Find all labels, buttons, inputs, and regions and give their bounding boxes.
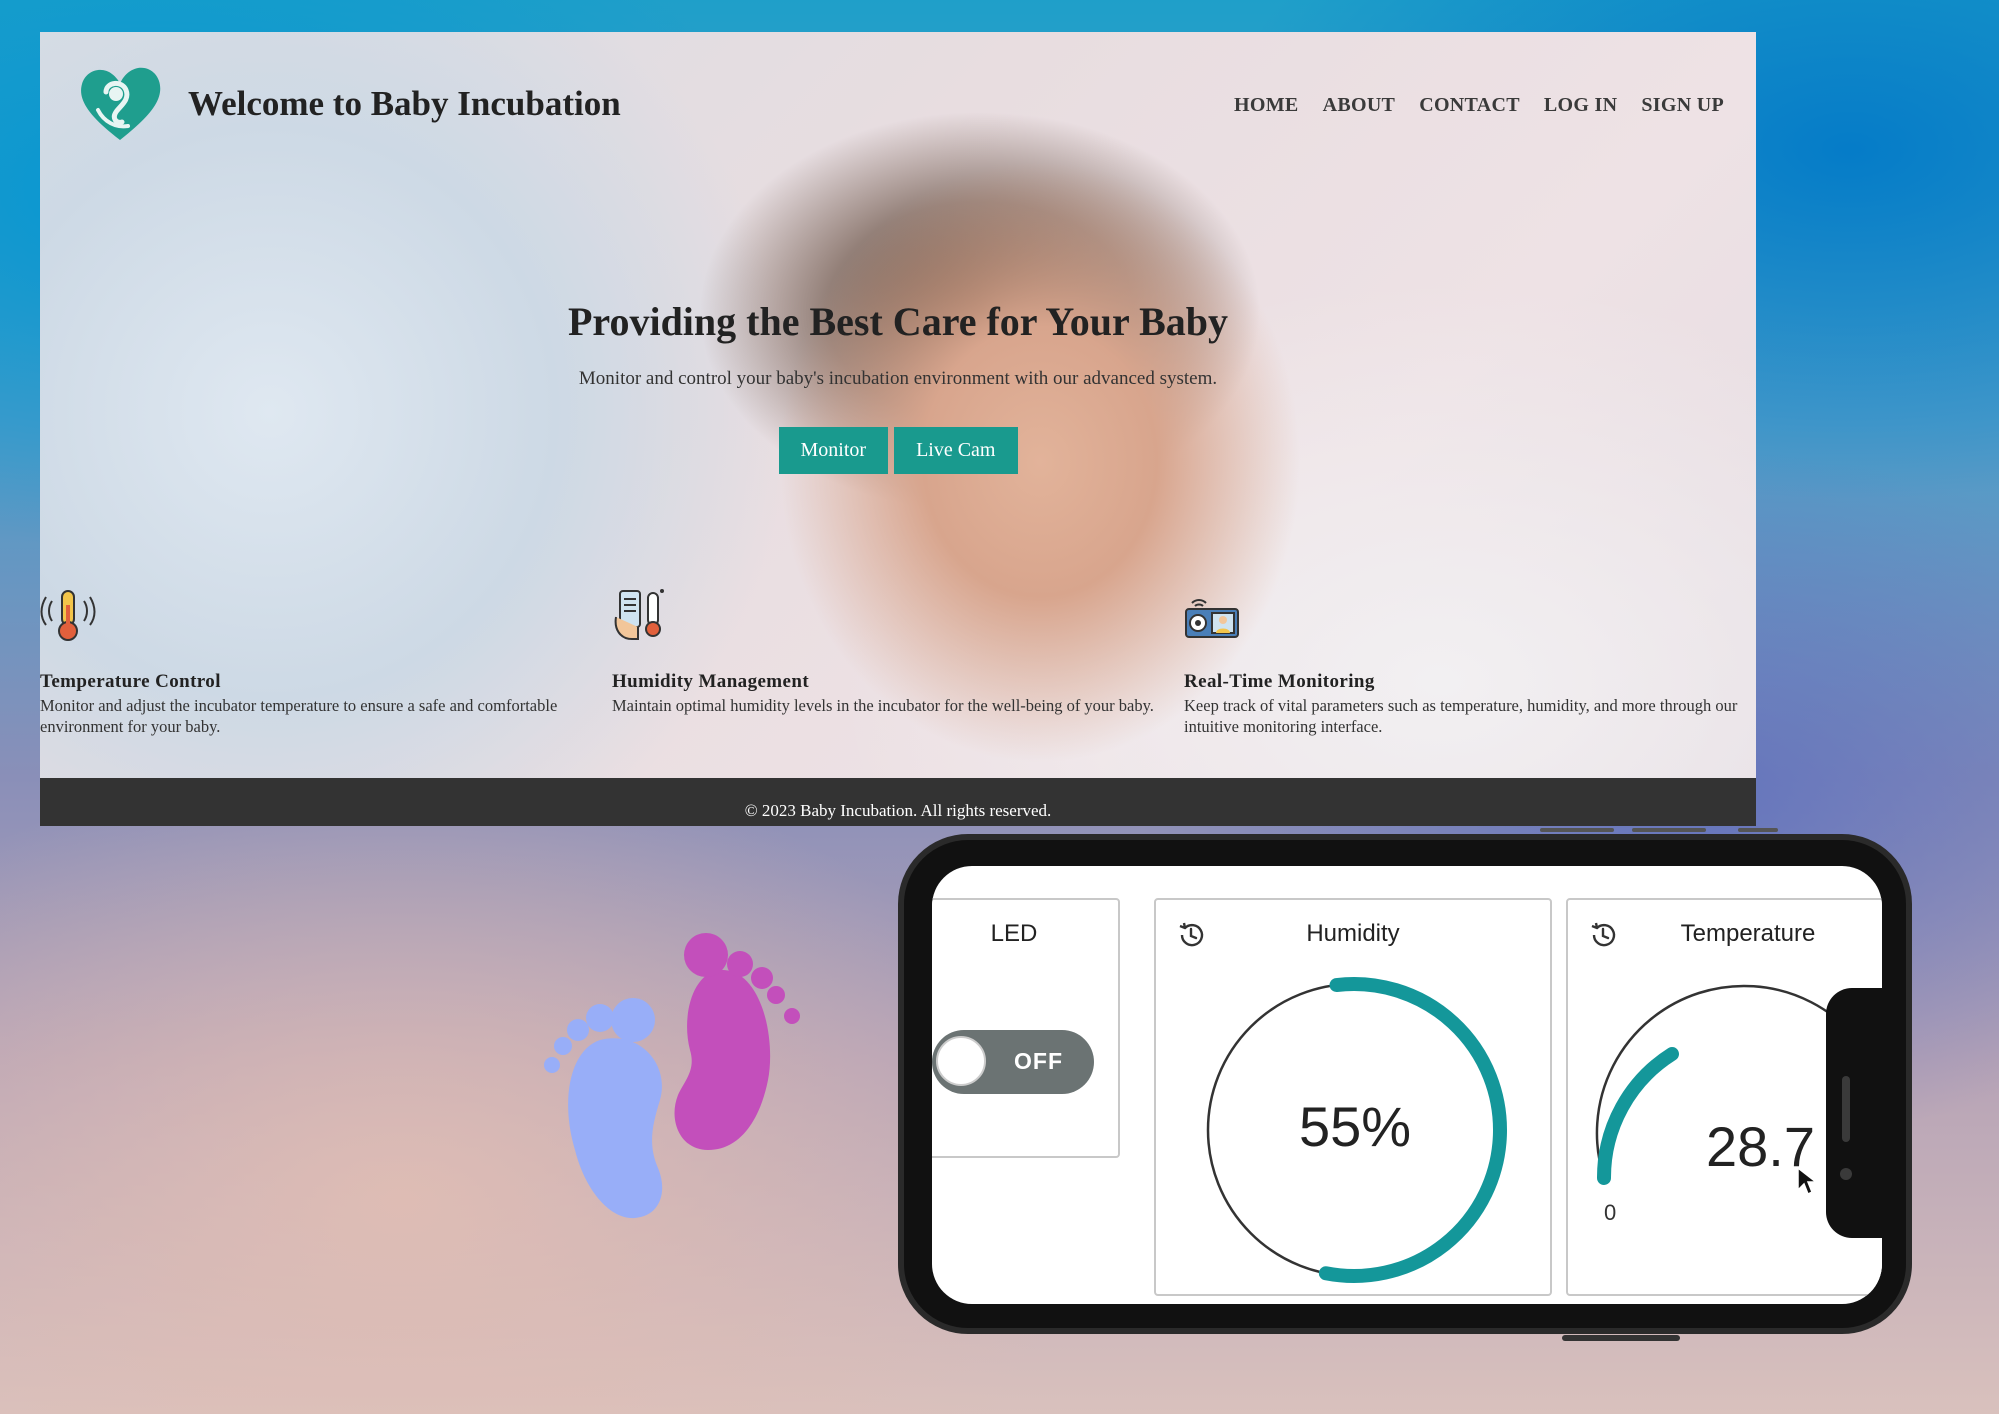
humidity-value: 55% [1298, 1095, 1412, 1158]
camera-dot [1840, 1168, 1852, 1180]
phone-frame: LED OFF Humidity 55% Temperature 28.7 0 [898, 834, 1912, 1334]
monitor-button[interactable]: Monitor [778, 427, 889, 474]
baby-feet-icon [544, 933, 800, 1219]
nav-login[interactable]: LOG IN [1544, 94, 1617, 117]
nav-signup[interactable]: SIGN UP [1641, 94, 1724, 117]
live-cam-button[interactable]: Live Cam [894, 427, 1018, 474]
temperature-min-label: 0 [1604, 1200, 1617, 1225]
toggle-knob [936, 1036, 986, 1086]
cursor-icon [1797, 1166, 1818, 1196]
phone-notch [1826, 988, 1882, 1238]
humidity-card: Humidity 55% [1154, 898, 1552, 1296]
thermometer-icon [40, 590, 96, 641]
temperature-gauge-arc [1596, 1047, 1679, 1185]
feature-title: Humidity Management [612, 671, 810, 692]
phone-screen: LED OFF Humidity 55% Temperature 28.7 0 [932, 866, 1882, 1304]
feature-title: Temperature Control [40, 671, 221, 692]
nav-about[interactable]: ABOUT [1323, 94, 1396, 117]
feature-text: Monitor and adjust the incubator tempera… [40, 696, 558, 736]
logo-icon [81, 67, 161, 140]
hero-title: Providing the Best Care for Your Baby [567, 299, 1229, 344]
feature-temperature: Temperature Control Monitor and adjust t… [40, 587, 612, 767]
feature-text: Maintain optimal humidity levels in the … [612, 696, 1154, 715]
led-card: LED OFF [932, 898, 1120, 1158]
hero-subtitle: Monitor and control your baby's incubati… [578, 368, 1218, 389]
humidity-icon [614, 589, 664, 640]
speaker-grille [1842, 1076, 1850, 1142]
toggle-state: OFF [1014, 1048, 1063, 1074]
led-toggle[interactable]: OFF [932, 1030, 1094, 1094]
feature-text: Keep track of vital parameters such as t… [1184, 696, 1738, 736]
site-title: Welcome to Baby Incubation [188, 84, 621, 123]
feature-title: Real-Time Monitoring [1184, 671, 1375, 692]
tab-edge [1738, 828, 1778, 832]
tab-edge [1632, 828, 1706, 832]
features-section: Temperature Control Monitor and adjust t… [40, 587, 1756, 767]
site-header: Welcome to Baby Incubation HOME ABOUT CO… [40, 32, 1756, 152]
feature-monitoring: Real-Time Monitoring Keep track of vital… [1184, 587, 1756, 767]
hero-buttons: Monitor Live Cam [40, 427, 1756, 474]
website-panel: Welcome to Baby Incubation HOME ABOUT CO… [40, 32, 1756, 826]
tab-edge [1540, 828, 1614, 832]
led-label: LED [990, 920, 1038, 947]
site-footer: © 2023 Baby Incubation. All rights reser… [40, 778, 1756, 826]
phone-stand-bar [1562, 1335, 1680, 1341]
main-nav: HOME ABOUT CONTACT LOG IN SIGN UP [1234, 94, 1724, 117]
nav-contact[interactable]: CONTACT [1419, 94, 1520, 117]
feature-humidity: Humidity Management Maintain optimal hum… [612, 587, 1184, 767]
monitoring-icon [1185, 599, 1239, 638]
nav-home[interactable]: HOME [1234, 94, 1299, 117]
